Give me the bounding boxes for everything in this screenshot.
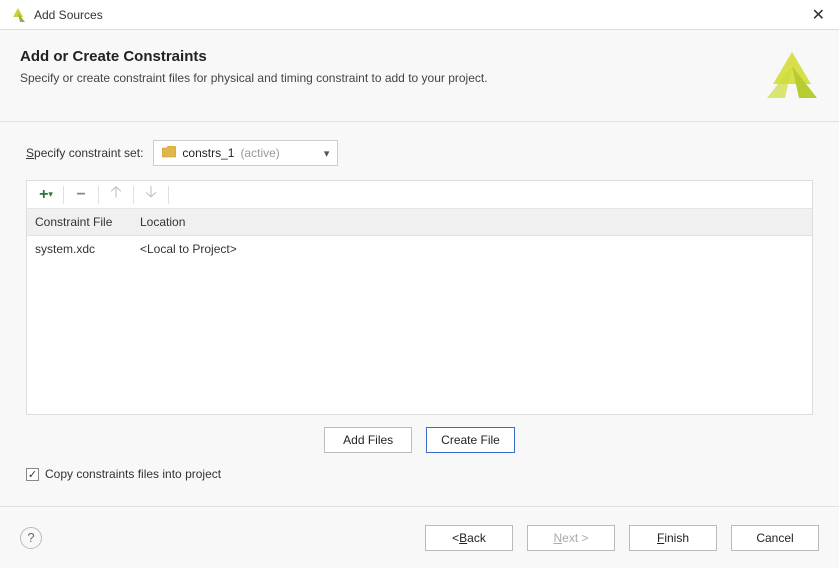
cell-location: <Local to Project> <box>132 236 812 262</box>
files-toolbar: +▾ − 🡡 🡣 <box>27 181 812 209</box>
constraint-set-note: (active) <box>240 146 279 160</box>
separator <box>98 186 99 204</box>
cancel-button[interactable]: Cancel <box>731 525 819 551</box>
next-button: Next > <box>527 525 615 551</box>
window-title: Add Sources <box>34 8 103 22</box>
separator <box>133 186 134 204</box>
remove-button-icon[interactable]: − <box>70 184 92 206</box>
help-icon[interactable]: ? <box>20 527 42 549</box>
app-logo-icon <box>10 7 26 23</box>
th-location: Location <box>132 209 812 235</box>
constraint-set-dropdown[interactable]: constrs_1 (active) ▾ <box>153 140 338 166</box>
wizard-footer: ? < Back Next > Finish Cancel <box>0 506 839 568</box>
add-files-button[interactable]: Add Files <box>324 427 412 453</box>
page-title: Add or Create Constraints <box>20 48 745 65</box>
copy-checkbox[interactable]: ✓ <box>26 468 39 481</box>
add-button-icon[interactable]: +▾ <box>35 184 57 206</box>
copy-checkbox-label: Copy constraints files into project <box>45 467 221 481</box>
chevron-down-icon: ▾ <box>324 147 330 160</box>
cell-file: system.xdc <box>27 236 132 262</box>
table-row[interactable]: system.xdc <Local to Project> <box>27 236 812 262</box>
folder-icon <box>162 146 176 161</box>
page-subtitle: Specify or create constraint files for p… <box>20 71 745 85</box>
wizard-header: Add or Create Constraints Specify or cre… <box>0 30 839 122</box>
separator <box>63 186 64 204</box>
move-down-icon[interactable]: 🡣 <box>140 184 162 206</box>
th-constraint-file: Constraint File <box>27 209 132 235</box>
content-area: Specify constraint set: constrs_1 (activ… <box>0 122 839 506</box>
file-actions: Add Files Create File <box>26 415 813 461</box>
vivado-logo-icon <box>765 48 819 105</box>
close-icon[interactable]: ✕ <box>808 1 829 29</box>
constraint-set-row: Specify constraint set: constrs_1 (activ… <box>26 140 813 166</box>
move-up-icon[interactable]: 🡡 <box>105 184 127 206</box>
constraint-set-label: Specify constraint set: <box>26 146 143 160</box>
table-header: Constraint File Location <box>27 209 812 236</box>
create-file-button[interactable]: Create File <box>426 427 515 453</box>
constraint-set-value: constrs_1 <box>182 146 234 160</box>
table-body: system.xdc <Local to Project> <box>27 236 812 414</box>
copy-checkbox-row: ✓ Copy constraints files into project <box>26 461 813 481</box>
separator <box>168 186 169 204</box>
titlebar: Add Sources ✕ <box>0 0 839 30</box>
back-button[interactable]: < Back <box>425 525 513 551</box>
files-panel: +▾ − 🡡 🡣 Constraint File Location system… <box>26 180 813 415</box>
add-sources-dialog: Add Sources ✕ Add or Create Constraints … <box>0 0 839 568</box>
finish-button[interactable]: Finish <box>629 525 717 551</box>
